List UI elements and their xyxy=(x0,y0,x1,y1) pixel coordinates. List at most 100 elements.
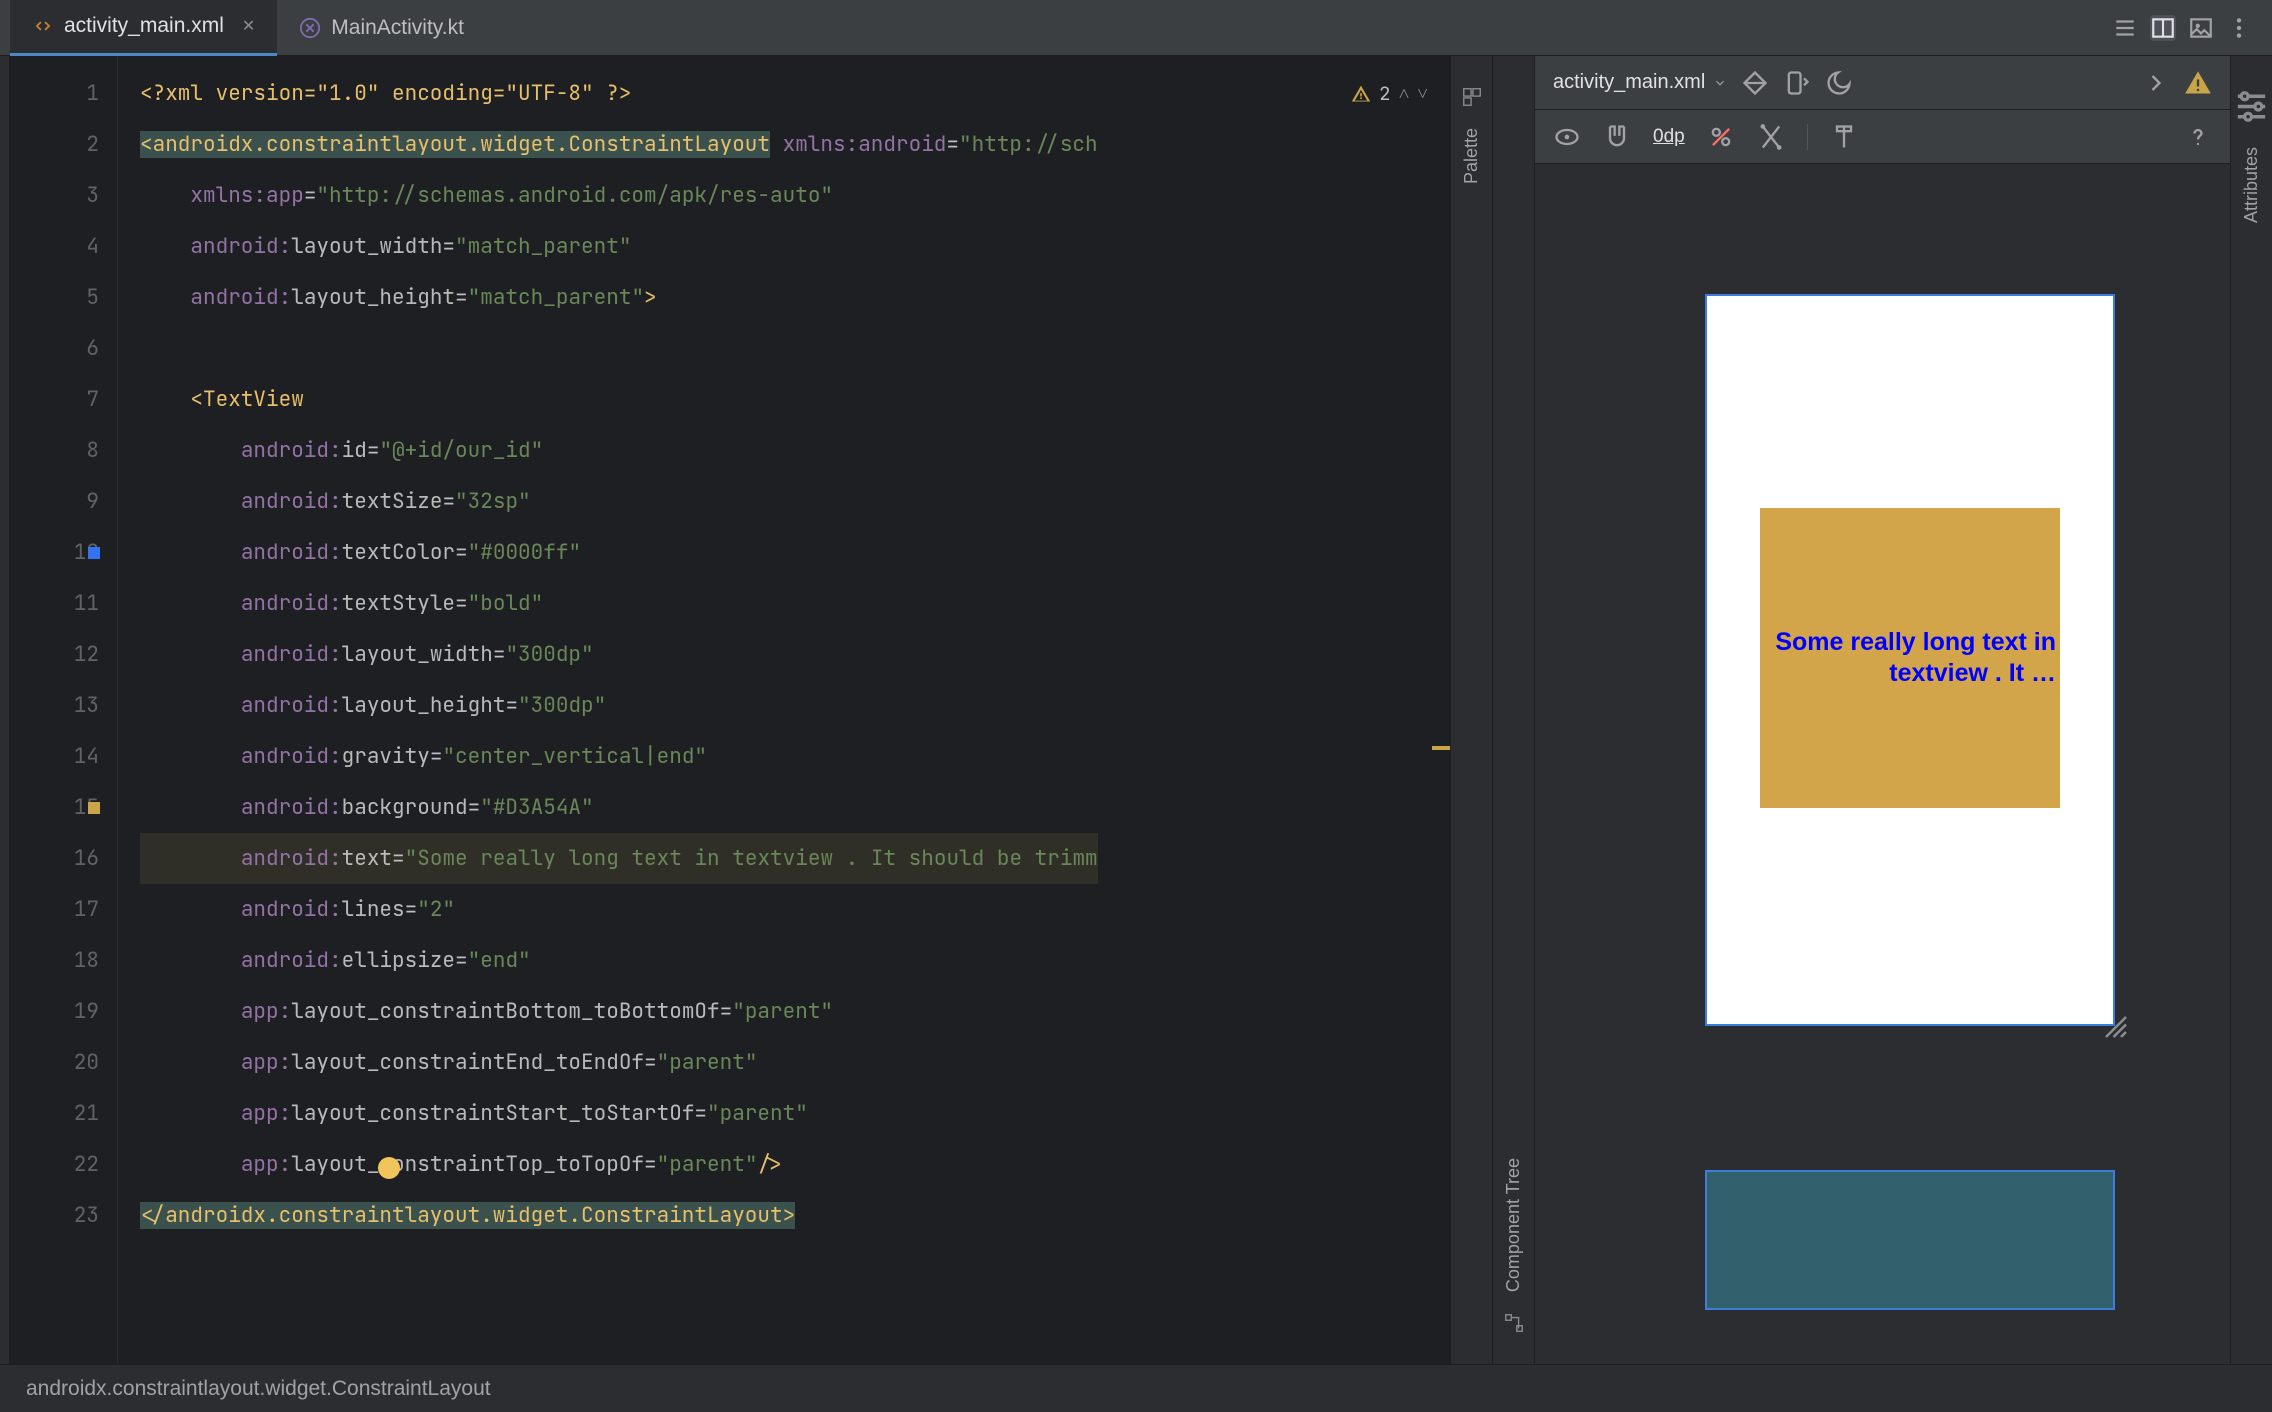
guidelines-icon[interactable] xyxy=(1830,123,1858,151)
code-line: android:layout_width="300dp" xyxy=(140,629,1450,680)
textview-preview[interactable]: Some really long text in textview . It … xyxy=(1760,508,2060,808)
line-number: 8 xyxy=(10,425,99,476)
code-line: android:text="Some really long text in t… xyxy=(140,833,1450,884)
line-number: 13 xyxy=(10,680,99,731)
breadcrumb[interactable]: androidx.constraintlayout.widget.Constra… xyxy=(0,1364,2272,1412)
line-number: 19 xyxy=(10,986,99,1037)
design-canvas[interactable]: Some really long text in textview . It … xyxy=(1535,164,2230,1364)
code-line: android:textStyle="bold" xyxy=(140,578,1450,629)
code-line: <TextView xyxy=(140,374,1450,425)
code-line: android:lines="2" xyxy=(140,884,1450,935)
layout-file-name: activity_main.xml xyxy=(1553,71,1705,94)
more-icon[interactable] xyxy=(2226,15,2252,41)
layout-file-dropdown[interactable]: activity_main.xml xyxy=(1553,71,1727,94)
chevron-right-icon[interactable] xyxy=(2142,69,2170,97)
clear-constraints-icon[interactable] xyxy=(1707,123,1735,151)
palette-icon[interactable] xyxy=(1461,86,1483,108)
line-number: 14 xyxy=(10,731,99,782)
code-line: android:background="#D3A54A" xyxy=(140,782,1450,833)
list-view-icon[interactable] xyxy=(2112,15,2138,41)
code-line: android:textColor="#0000ff" xyxy=(140,527,1450,578)
resize-handle-icon[interactable] xyxy=(2101,1012,2131,1042)
main-area: 1 2 3 4 5 6 7 8 9 10 11 12 13 14 15 16 1… xyxy=(0,56,2272,1364)
line-number: 7 xyxy=(10,374,99,425)
next-highlight-icon[interactable]: ˅ xyxy=(1417,68,1428,119)
line-number: 10 xyxy=(10,527,99,578)
editor-tabs: activity_main.xml ✕ MainActivity.kt xyxy=(0,0,2272,56)
magnet-icon[interactable] xyxy=(1603,123,1631,151)
inspection-summary[interactable]: 2 ˄ ˅ xyxy=(1351,68,1428,119)
line-number: 5 xyxy=(10,272,99,323)
breadcrumb-text: androidx.constraintlayout.widget.Constra… xyxy=(26,1377,491,1401)
component-tree-toolwindow-strip: Component Tree xyxy=(1492,56,1534,1364)
code-area[interactable]: 2 ˄ ˅ <?xml version="1.0" encoding="UTF-… xyxy=(118,56,1450,1364)
line-gutter: 1 2 3 4 5 6 7 8 9 10 11 12 13 14 15 16 1… xyxy=(10,56,118,1364)
design-pane: activity_main.xml 0dp Some really xyxy=(1534,56,2230,1364)
line-number: 22 xyxy=(10,1139,99,1190)
code-line: android:layout_height="match_parent"> xyxy=(140,272,1450,323)
code-line: app:layout_constraintEnd_toEndOf="parent… xyxy=(140,1037,1450,1088)
code-line: xmlns:app="http://schemas.android.com/ap… xyxy=(140,170,1450,221)
line-number: 12 xyxy=(10,629,99,680)
prev-highlight-icon[interactable]: ˄ xyxy=(1399,68,1410,119)
palette-label[interactable]: Palette xyxy=(1461,128,1482,184)
line-number: 23 xyxy=(10,1190,99,1241)
line-number: 2 xyxy=(10,119,99,170)
tab-label: activity_main.xml xyxy=(64,14,224,38)
warning-icon xyxy=(1351,84,1371,104)
code-editor[interactable]: 1 2 3 4 5 6 7 8 9 10 11 12 13 14 15 16 1… xyxy=(10,56,1450,1364)
orientation-icon[interactable] xyxy=(1783,69,1811,97)
error-stripe-mark[interactable] xyxy=(1432,746,1450,750)
xml-file-icon xyxy=(32,15,54,37)
line-number: 16 xyxy=(10,833,99,884)
line-number: 4 xyxy=(10,221,99,272)
palette-toolwindow-strip: Palette xyxy=(1450,56,1492,1364)
attributes-toolwindow-strip: Attributes xyxy=(2230,56,2272,1364)
help-icon[interactable] xyxy=(2184,123,2212,151)
component-tree-icon[interactable] xyxy=(1503,1312,1525,1334)
view-options-icon[interactable] xyxy=(1553,123,1581,151)
tab-mainactivity[interactable]: MainActivity.kt xyxy=(277,0,486,56)
chevron-down-icon xyxy=(1713,76,1727,90)
warning-icon[interactable] xyxy=(2184,69,2212,97)
component-tree-label[interactable]: Component Tree xyxy=(1503,1158,1524,1292)
attributes-label[interactable]: Attributes xyxy=(2241,147,2262,223)
device-preview-surface[interactable]: Some really long text in textview . It … xyxy=(1705,294,2115,1026)
gutter-color-swatch-icon[interactable] xyxy=(88,802,100,814)
design-toolbar-bottom: 0dp xyxy=(1535,110,2230,164)
split-view-icon[interactable] xyxy=(2150,15,2176,41)
code-line: app:layout_constraintBottom_toBottomOf="… xyxy=(140,986,1450,1037)
code-line: app:layout_constraintStart_toStartOf="pa… xyxy=(140,1088,1450,1139)
code-line: android:id="@+id/our_id" xyxy=(140,425,1450,476)
textview-preview-text: Some really long text in textview . It … xyxy=(1760,627,2060,690)
code-line: android:layout_width="match_parent" xyxy=(140,221,1450,272)
left-gutter-strip xyxy=(0,56,10,1364)
design-surface-icon[interactable] xyxy=(1741,69,1769,97)
line-number: 21 xyxy=(10,1088,99,1139)
attributes-icon[interactable] xyxy=(2231,86,2272,127)
line-number: 17 xyxy=(10,884,99,935)
line-number: 20 xyxy=(10,1037,99,1088)
intention-bulb-icon[interactable] xyxy=(378,1157,400,1179)
line-number: 3 xyxy=(10,170,99,221)
code-line: <androidx.constraintlayout.widget.Constr… xyxy=(140,119,1450,170)
default-margin-dropdown[interactable]: 0dp xyxy=(1653,126,1685,148)
code-line: </androidx.constraintlayout.widget.Const… xyxy=(140,1190,1450,1241)
view-mode-switch xyxy=(2112,15,2272,41)
code-line xyxy=(140,323,1450,374)
design-view-icon[interactable] xyxy=(2188,15,2214,41)
tab-label: MainActivity.kt xyxy=(331,16,464,40)
code-line: android:layout_height="300dp" xyxy=(140,680,1450,731)
night-mode-icon[interactable] xyxy=(1825,69,1853,97)
close-icon[interactable]: ✕ xyxy=(242,16,255,36)
blueprint-preview-surface[interactable] xyxy=(1705,1170,2115,1310)
line-number: 15 xyxy=(10,782,99,833)
line-number: 9 xyxy=(10,476,99,527)
design-toolbar-top: activity_main.xml xyxy=(1535,56,2230,110)
code-line: android:gravity="center_vertical|end" xyxy=(140,731,1450,782)
code-line: android:ellipsize="end" xyxy=(140,935,1450,986)
tab-activity-main[interactable]: activity_main.xml ✕ xyxy=(10,0,277,56)
gutter-color-swatch-icon[interactable] xyxy=(88,547,100,559)
kotlin-file-icon xyxy=(299,17,321,39)
infer-constraints-icon[interactable] xyxy=(1757,123,1785,151)
